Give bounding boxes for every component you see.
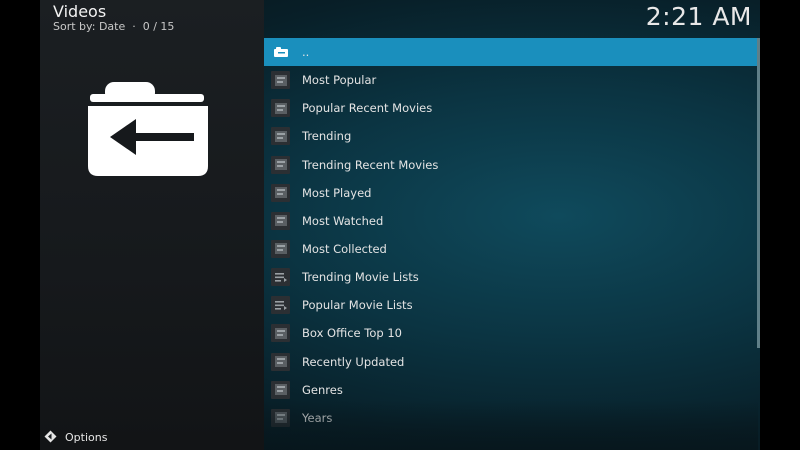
film-icon — [271, 380, 290, 399]
folder-back-arrow-icon — [88, 82, 210, 178]
list-item-parent-folder[interactable]: .. — [264, 38, 758, 67]
diamond-arrows-icon — [44, 428, 57, 447]
list-item-label: Most Popular — [302, 73, 377, 88]
list-scrollbar[interactable] — [757, 38, 760, 348]
film-icon — [271, 155, 290, 174]
film-icon — [271, 183, 290, 202]
film-icon — [271, 352, 290, 371]
media-list[interactable]: .. Most Popular Popular Recent Movies Tr… — [264, 38, 758, 450]
kodi-video-browser: Videos Sort by: Date · 0 / 15 Options 2:… — [40, 0, 760, 450]
list-item[interactable]: Popular Recent Movies — [264, 94, 758, 122]
list-icon — [271, 268, 290, 287]
sort-status: Sort by: Date · 0 / 15 — [53, 20, 175, 33]
list-item-label: Genres — [302, 382, 343, 397]
list-item-label: Popular Movie Lists — [302, 298, 413, 313]
options-button[interactable]: Options — [44, 428, 107, 446]
film-icon — [271, 211, 290, 230]
folder-icon — [271, 43, 290, 61]
list-item[interactable]: Years — [264, 404, 758, 432]
film-icon — [271, 324, 290, 343]
list-item-label: .. — [302, 45, 310, 59]
list-item[interactable]: Box Office Top 10 — [264, 319, 758, 347]
list-icon — [271, 296, 290, 315]
list-item[interactable]: Most Played — [264, 179, 758, 207]
film-icon — [271, 239, 290, 258]
list-item-label: Trending Movie Lists — [302, 270, 419, 285]
list-item[interactable]: Trending Recent Movies — [264, 151, 758, 179]
page-title: Videos — [53, 2, 107, 21]
clock: 2:21 AM — [645, 2, 752, 31]
list-item-label: Most Collected — [302, 241, 387, 256]
list-item-label: Most Played — [302, 185, 372, 200]
list-item-label: Box Office Top 10 — [302, 326, 402, 341]
options-label: Options — [65, 430, 108, 444]
list-item[interactable]: Most Popular — [264, 66, 758, 94]
list-item-label: Years — [302, 410, 333, 425]
list-item[interactable]: Most Collected — [264, 235, 758, 263]
list-item[interactable]: Trending Movie Lists — [264, 263, 758, 291]
list-item[interactable]: Most Watched — [264, 207, 758, 235]
list-item[interactable]: Popular Movie Lists — [264, 291, 758, 319]
list-item-label: Recently Updated — [302, 354, 405, 369]
list-item[interactable]: Trending — [264, 122, 758, 150]
list-item-label: Trending Recent Movies — [302, 157, 439, 172]
film-icon — [271, 408, 290, 427]
list-item[interactable]: Genres — [264, 376, 758, 404]
list-item-label: Popular Recent Movies — [302, 101, 433, 116]
film-icon — [271, 71, 290, 90]
list-item-label: Most Watched — [302, 213, 384, 228]
list-item-label: Trending — [302, 129, 352, 144]
info-panel: Videos Sort by: Date · 0 / 15 Options — [40, 0, 264, 450]
film-icon — [271, 127, 290, 146]
list-item[interactable]: Recently Updated — [264, 348, 758, 376]
film-icon — [271, 99, 290, 118]
